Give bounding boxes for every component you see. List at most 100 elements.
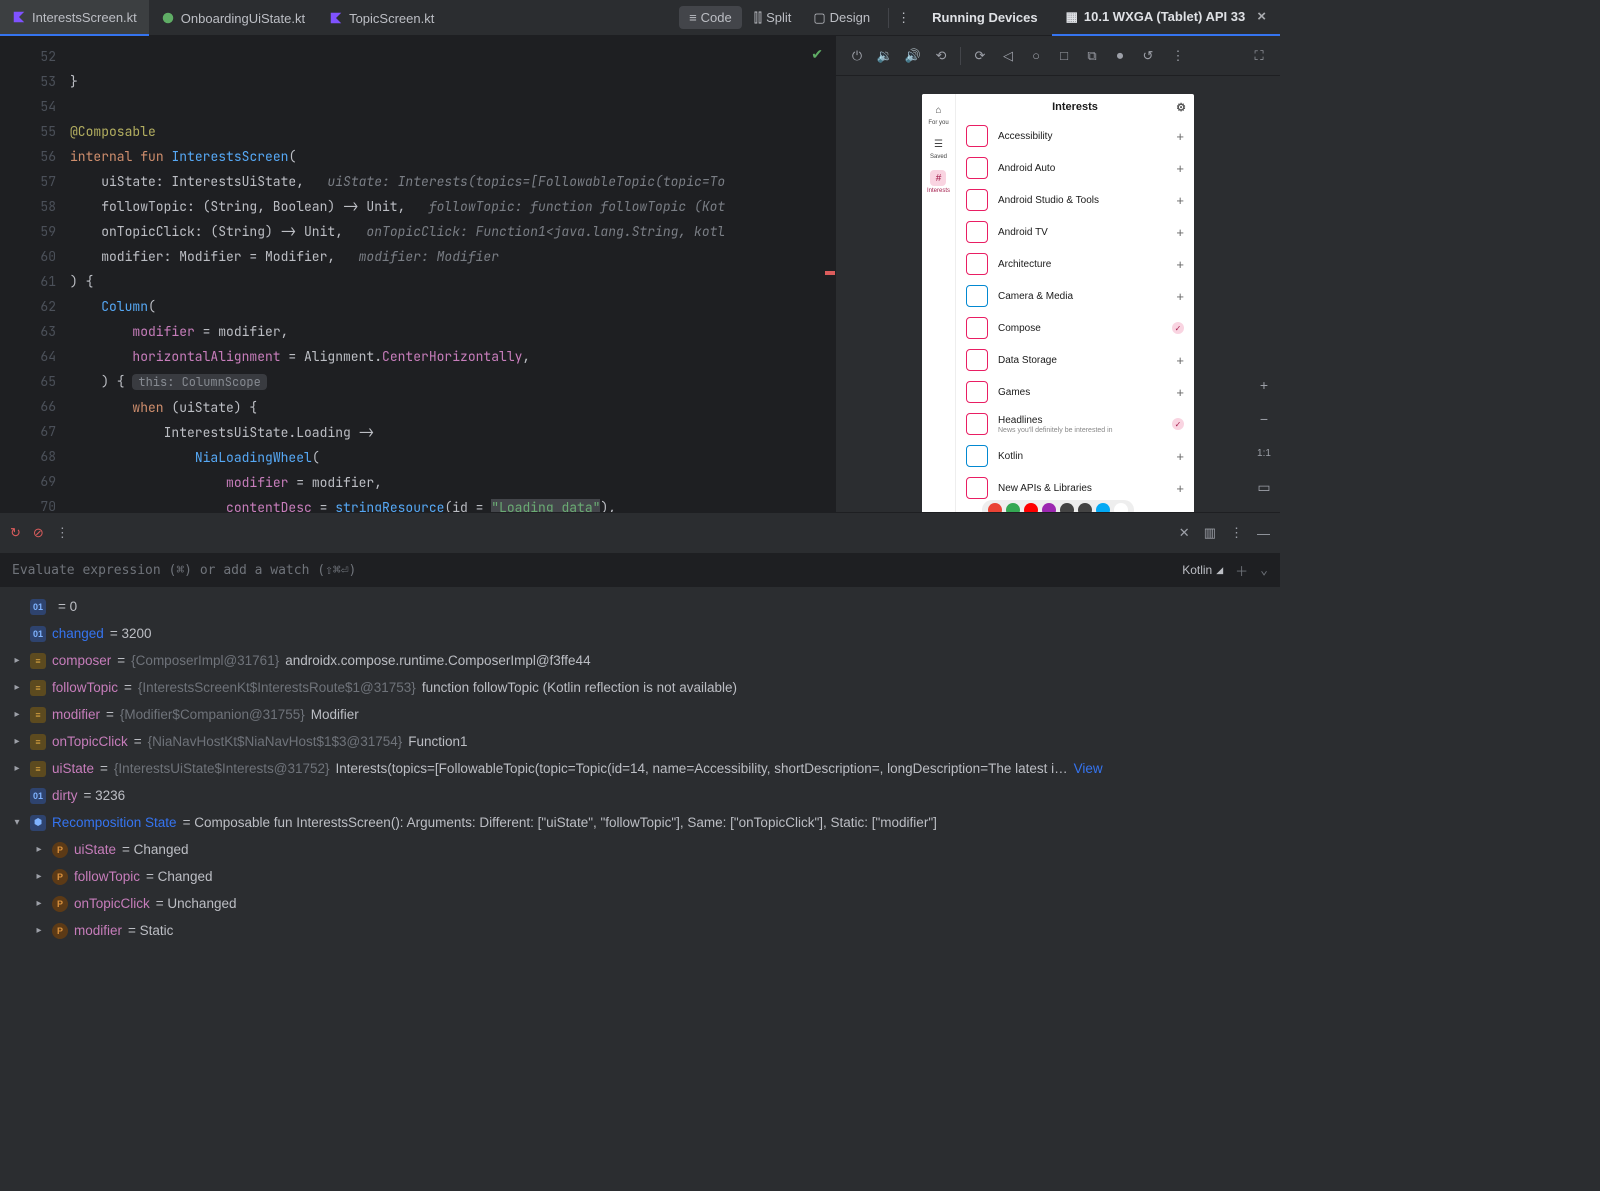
- interest-row[interactable]: Android Auto+: [956, 152, 1194, 184]
- volume-down-icon[interactable]: 🔉: [876, 47, 894, 65]
- layout-icon[interactable]: ▭: [1253, 476, 1275, 498]
- tab-running-devices[interactable]: Running Devices: [918, 0, 1051, 36]
- expand-arrow-icon[interactable]: [10, 763, 24, 774]
- interest-row[interactable]: Android Studio & Tools+: [956, 184, 1194, 216]
- back-icon[interactable]: ◁: [999, 47, 1017, 65]
- zoom-out-icon[interactable]: −: [1253, 408, 1275, 430]
- plus-icon[interactable]: +: [1176, 353, 1184, 368]
- tab-device-wxga[interactable]: ▦ 10.1 WXGA (Tablet) API 33 ×: [1052, 0, 1280, 36]
- dock-app-icon[interactable]: [1096, 503, 1110, 512]
- expand-arrow-icon[interactable]: [10, 709, 24, 720]
- interest-row[interactable]: Camera & Media+: [956, 280, 1194, 312]
- rotate-left-icon[interactable]: ⟲: [932, 47, 950, 65]
- interest-row[interactable]: Kotlin+: [956, 440, 1194, 472]
- expand-arrow-icon[interactable]: [10, 655, 24, 666]
- expand-icon[interactable]: ⛶: [1250, 47, 1268, 65]
- restart-icon[interactable]: ↻: [10, 525, 21, 541]
- variable-row[interactable]: ⬢ Recomposition State = Composable fun I…: [0, 809, 1280, 836]
- dock-app-icon[interactable]: [1078, 503, 1092, 512]
- dock-app-icon[interactable]: [1042, 503, 1056, 512]
- view-mode-code[interactable]: ≡ Code: [679, 6, 742, 29]
- more-icon[interactable]: ⋮: [1230, 525, 1243, 541]
- layout-settings-icon[interactable]: ▥: [1204, 525, 1216, 541]
- tab-interests-screen[interactable]: InterestsScreen.kt: [0, 0, 149, 36]
- check-icon[interactable]: ✓: [1172, 418, 1184, 430]
- view-mode-split[interactable]: ⫿⫿ Split: [744, 6, 802, 30]
- expand-arrow-icon[interactable]: [32, 898, 46, 909]
- variables-tree[interactable]: 01 = 001 changed = 3200≡ composer = {Com…: [0, 587, 1280, 952]
- inspection-ok-icon[interactable]: ✔: [811, 46, 823, 63]
- variable-row[interactable]: ≡ uiState = {InterestsUiState$Interests@…: [0, 755, 1280, 782]
- expand-icon[interactable]: ⌄: [1260, 563, 1268, 578]
- tab-topic-screen[interactable]: TopicScreen.kt: [317, 0, 446, 36]
- volume-up-icon[interactable]: 🔊: [904, 47, 922, 65]
- code-editor[interactable]: 52535455565758596061626364656667686970 }…: [0, 36, 835, 512]
- plus-icon[interactable]: +: [1176, 193, 1184, 208]
- interest-row[interactable]: Data Storage+: [956, 344, 1194, 376]
- variable-row[interactable]: 01 = 0: [0, 593, 1280, 620]
- variable-row[interactable]: P uiState = Changed: [0, 836, 1280, 863]
- interest-row[interactable]: Android TV+: [956, 216, 1194, 248]
- variable-row[interactable]: 01 dirty = 3236: [0, 782, 1280, 809]
- variable-row[interactable]: 01 changed = 3200: [0, 620, 1280, 647]
- dock-app-icon[interactable]: [988, 503, 1002, 512]
- view-link[interactable]: View: [1074, 761, 1103, 776]
- interest-row[interactable]: Compose✓: [956, 312, 1194, 344]
- snapshots-icon[interactable]: ↺: [1139, 47, 1157, 65]
- mute-breakpoints-icon[interactable]: ⊘: [33, 525, 44, 541]
- home-icon[interactable]: ○: [1027, 47, 1045, 65]
- dock-app-icon[interactable]: [1006, 503, 1020, 512]
- settings-icon[interactable]: ⚙: [1176, 101, 1186, 114]
- eval-lang-selector[interactable]: Kotlin ◢: [1182, 563, 1223, 577]
- plus-icon[interactable]: +: [1176, 289, 1184, 304]
- plus-icon[interactable]: +: [1176, 481, 1184, 496]
- screenshot-icon[interactable]: ⧉: [1083, 47, 1101, 65]
- interest-row[interactable]: Architecture+: [956, 248, 1194, 280]
- variable-row[interactable]: ≡ onTopicClick = {NiaNavHostKt$NiaNavHos…: [0, 728, 1280, 755]
- expand-arrow-icon[interactable]: [32, 925, 46, 936]
- error-stripe-marker[interactable]: [825, 271, 835, 275]
- expand-arrow-icon[interactable]: [10, 736, 24, 747]
- dock-app-icon[interactable]: [1024, 503, 1038, 512]
- rotate-right-icon[interactable]: ⟳: [971, 47, 989, 65]
- add-watch-icon[interactable]: ＋: [1235, 561, 1248, 580]
- view-mode-design[interactable]: ▢ Design: [803, 6, 880, 30]
- plus-icon[interactable]: +: [1176, 161, 1184, 176]
- expand-arrow-icon[interactable]: [32, 871, 46, 882]
- variable-row[interactable]: ≡ composer = {ComposerImpl@31761} androi…: [0, 647, 1280, 674]
- dock-app-icon[interactable]: [1114, 503, 1128, 512]
- expand-arrow-icon[interactable]: [10, 817, 24, 828]
- close-icon[interactable]: ✕: [1179, 525, 1190, 541]
- check-icon[interactable]: ✓: [1172, 322, 1184, 334]
- variable-row[interactable]: P followTopic = Changed: [0, 863, 1280, 890]
- more-icon[interactable]: ⋮: [56, 525, 69, 541]
- interest-list[interactable]: Accessibility+Android Auto+Android Studi…: [956, 120, 1194, 512]
- record-icon[interactable]: ⏺: [1111, 47, 1129, 65]
- evaluate-expression-input[interactable]: Evaluate expression (⌘) or add a watch (…: [0, 553, 1280, 587]
- variable-row[interactable]: ≡ modifier = {Modifier$Companion@31755} …: [0, 701, 1280, 728]
- more-icon[interactable]: ⋮: [1169, 47, 1187, 65]
- rail-item[interactable]: ⌂For you: [928, 102, 948, 126]
- variable-row[interactable]: ≡ followTopic = {InterestsScreenKt$Inter…: [0, 674, 1280, 701]
- interest-row[interactable]: HeadlinesNews you'll definitely be inter…: [956, 408, 1194, 440]
- variable-row[interactable]: P modifier = Static: [0, 917, 1280, 944]
- overflow-icon[interactable]: ⋮: [897, 10, 910, 26]
- interest-row[interactable]: Accessibility+: [956, 120, 1194, 152]
- overview-icon[interactable]: □: [1055, 47, 1073, 65]
- zoom-in-icon[interactable]: +: [1253, 374, 1275, 396]
- rail-item[interactable]: ☰Saved: [930, 136, 947, 160]
- plus-icon[interactable]: +: [1176, 385, 1184, 400]
- power-icon[interactable]: ⏻: [848, 47, 866, 65]
- tablet-dock[interactable]: [982, 500, 1134, 512]
- plus-icon[interactable]: +: [1176, 225, 1184, 240]
- plus-icon[interactable]: +: [1176, 257, 1184, 272]
- dock-app-icon[interactable]: [1060, 503, 1074, 512]
- interest-row[interactable]: Games+: [956, 376, 1194, 408]
- close-icon[interactable]: ×: [1257, 8, 1266, 25]
- tablet-frame[interactable]: ⌂For you☰Saved#Interests Interests ⚙ Acc…: [922, 94, 1194, 512]
- rail-item[interactable]: #Interests: [927, 170, 950, 194]
- plus-icon[interactable]: +: [1176, 449, 1184, 464]
- variable-row[interactable]: P onTopicClick = Unchanged: [0, 890, 1280, 917]
- expand-arrow-icon[interactable]: [32, 844, 46, 855]
- code-area[interactable]: } @Composable internal fun InterestsScre…: [70, 36, 835, 512]
